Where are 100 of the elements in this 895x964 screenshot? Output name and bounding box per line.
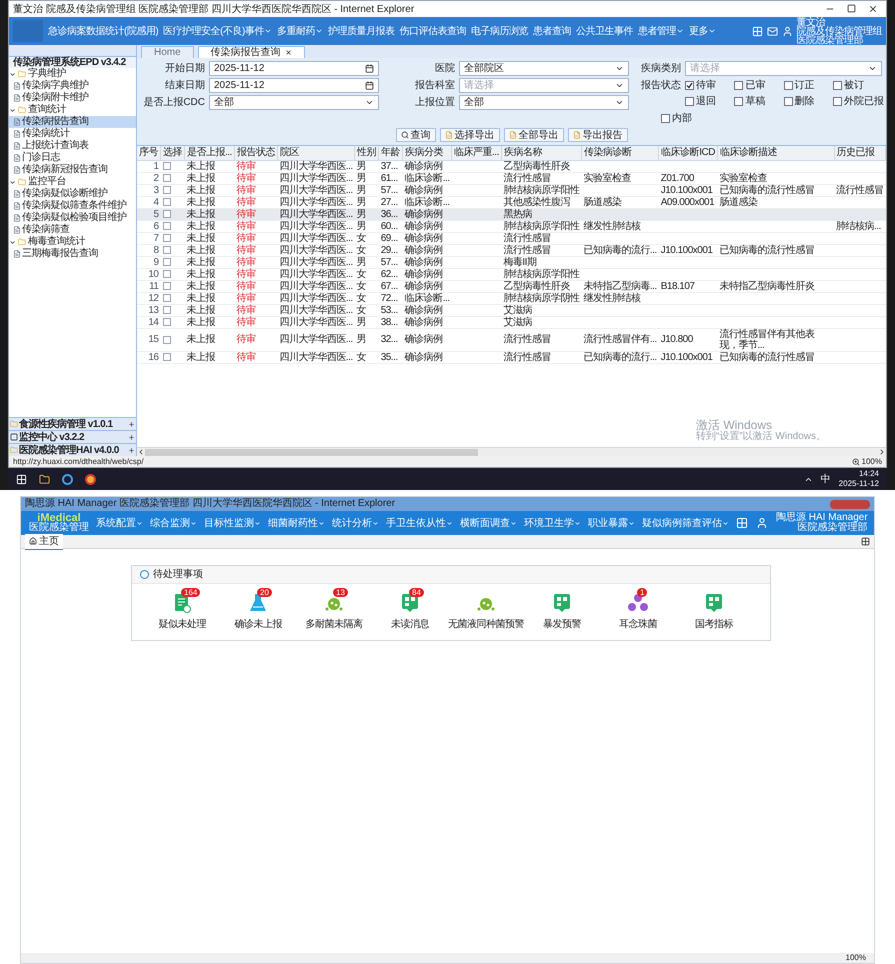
nav-menu-item[interactable]: 系统配置	[96, 516, 143, 530]
tree-item[interactable]: 传染病新冠报告查询	[9, 164, 136, 176]
column-header[interactable]: 序号	[137, 146, 160, 160]
checkbox[interactable]	[661, 114, 670, 123]
column-header[interactable]: 疾病分类	[402, 146, 452, 160]
module-header[interactable]: 监控中心 v3.2.2	[9, 430, 136, 443]
user-icon[interactable]	[782, 26, 792, 36]
nav-menu-item[interactable]: 更多	[688, 24, 716, 38]
apps-icon[interactable]	[752, 26, 762, 36]
nav-menu-item[interactable]: 环境卫生学	[524, 516, 581, 530]
tree-item[interactable]: 传染病字典维护	[9, 80, 136, 92]
row-checkbox[interactable]	[162, 318, 170, 326]
nav-menu-item[interactable]: 伤口评估表查询	[399, 24, 466, 38]
nav-menu-item[interactable]: 多重耐药	[276, 24, 323, 38]
todo-item[interactable]: 无菌液同种菌预警	[450, 592, 522, 632]
tree-item[interactable]: 三期梅毒报告查询	[9, 248, 136, 260]
zoom-level[interactable]: 100%	[846, 952, 866, 964]
todo-item[interactable]: 暴发预警	[526, 592, 598, 632]
table-row[interactable]: 16 未上报 待审 四川大学华西医... 女 35... 确诊病例 流行性感冒 已知病毒的流行... J10.100x001 已知病毒的流行性感冒	[137, 351, 886, 363]
checkbox[interactable]	[734, 97, 744, 106]
tree-folder[interactable]: 查询统计	[9, 104, 136, 116]
row-checkbox[interactable]	[162, 174, 170, 182]
nav-menu-item[interactable]: 统计分析	[332, 516, 379, 530]
nav-menu-item[interactable]: 急诊病案数据统计(院感用)	[48, 24, 158, 38]
column-header[interactable]: 临床严重...	[452, 146, 502, 160]
toolbar-button[interactable]: 选择导出	[440, 128, 500, 142]
tree-item[interactable]: 传染病疑似检验项目维护	[9, 212, 136, 224]
row-checkbox[interactable]	[162, 162, 170, 170]
table-row[interactable]: 9 未上报 待审 四川大学华西医... 男 57... 确诊病例 梅毒II期	[137, 256, 886, 268]
tab[interactable]: Home	[141, 46, 194, 58]
table-row[interactable]: 4 未上报 待审 四川大学华西医... 男 27... 临床诊断... 其他感染性腹泻 肠道感染 A09.000x001 肠道感染	[137, 196, 886, 208]
table-row[interactable]: 7 未上报 待审 四川大学华西医... 女 69... 确诊病例 流行性感冒	[137, 232, 886, 244]
menu-icon[interactable]	[861, 537, 870, 546]
select-field[interactable]: 全部	[459, 95, 629, 110]
row-checkbox[interactable]	[162, 306, 170, 314]
column-header[interactable]: 临床诊断ICD	[658, 146, 718, 160]
close-icon[interactable]	[284, 49, 292, 56]
nav-menu-item[interactable]: 横断面调查	[460, 516, 517, 530]
column-header[interactable]: 选择	[160, 146, 184, 160]
toolbar-button[interactable]: 全部导出	[504, 128, 564, 142]
column-header[interactable]: 传染病诊断	[581, 146, 659, 160]
browser-icon[interactable]	[85, 474, 96, 484]
browser-icon[interactable]	[62, 474, 73, 484]
column-header[interactable]: 是否上报...	[184, 146, 234, 160]
row-checkbox[interactable]	[162, 258, 170, 266]
row-checkbox[interactable]	[162, 198, 170, 206]
column-header[interactable]: 院区	[277, 146, 355, 160]
module-header[interactable]: 食源性疾病管理 v1.0.1	[9, 417, 136, 430]
row-checkbox[interactable]	[162, 282, 170, 290]
table-row[interactable]: 6 未上报 待审 四川大学华西医... 男 60... 确诊病例 肺结核病原学阳性 继发性肺结核 肺结核病...	[137, 220, 886, 232]
checkbox[interactable]	[784, 97, 792, 106]
table-row[interactable]: 12 未上报 待审 四川大学华西医... 女 72... 临床诊断... 肺结核病原学阴性 继发性肺结核	[137, 292, 886, 304]
checkbox[interactable]	[734, 81, 744, 90]
tree-item[interactable]: 传染病统计	[9, 128, 136, 140]
column-header[interactable]: 性别	[354, 146, 379, 160]
checkbox[interactable]	[685, 81, 694, 90]
table-row[interactable]: 2 未上报 待审 四川大学华西医... 男 61... 临床诊断... 流行性感冒 实验室检查 Z01.700 实验室检查	[137, 172, 886, 184]
folder-icon[interactable]	[39, 474, 50, 484]
row-checkbox[interactable]	[162, 294, 170, 302]
mail-icon[interactable]	[766, 26, 778, 36]
checkbox[interactable]	[784, 81, 792, 90]
tree-folder[interactable]: 字典维护	[9, 68, 136, 80]
scroll-left-icon[interactable]	[137, 448, 145, 456]
todo-item[interactable]: 国考指标	[678, 592, 750, 632]
tab[interactable]: 主页	[25, 534, 63, 550]
toolbar-button[interactable]: 导出报告	[568, 128, 628, 142]
table-row[interactable]: 1 未上报 待审 四川大学华西医... 男 37... 确诊病例 乙型病毒性肝炎	[137, 160, 886, 172]
nav-menu-item[interactable]: 公共卫生事件	[576, 24, 633, 38]
row-checkbox[interactable]	[162, 353, 170, 361]
row-checkbox[interactable]	[162, 186, 170, 194]
nav-menu-item[interactable]: 细菌耐药性	[268, 516, 325, 530]
row-checkbox[interactable]	[162, 270, 170, 278]
tree-item[interactable]: 传染病疑似筛查条件维护	[9, 200, 136, 212]
column-header[interactable]: 临床诊断描述	[717, 146, 834, 160]
module-header[interactable]: 医院感染管理HAI v4.0.0	[9, 443, 136, 456]
nav-menu-item[interactable]: 目标性监测	[204, 516, 261, 530]
scroll-right-icon[interactable]	[878, 448, 886, 456]
nav-menu-item[interactable]: 综合监测	[150, 516, 197, 530]
nav-menu-item[interactable]: 患者管理	[638, 24, 684, 38]
nav-menu-item[interactable]: 医疗护理安全(不良)事件	[163, 24, 272, 38]
table-row[interactable]: 3 未上报 待审 四川大学华西医... 男 57... 确诊病例 肺结核病原学阳性 J10.100x001 已知病毒的流行性感冒 流行性感冒	[137, 184, 886, 196]
table-row[interactable]: 10 未上报 待审 四川大学华西医... 女 62... 确诊病例 肺结核病原学阳性	[137, 268, 886, 280]
row-checkbox[interactable]	[162, 336, 170, 344]
nav-menu-item[interactable]: 患者查询	[532, 24, 571, 38]
tree-item[interactable]: 上报统计查询表	[9, 140, 136, 152]
table-row[interactable]: 5 未上报 待审 四川大学华西医... 男 36... 确诊病例 黑热病	[137, 208, 886, 220]
toolbar-button[interactable]: 查询	[396, 128, 436, 142]
tree-folder[interactable]: 监控平台	[9, 176, 136, 188]
column-header[interactable]: 报告状态	[234, 146, 278, 160]
table-row[interactable]: 15 未上报 待审 四川大学华西医... 男 32... 确诊病例 流行性感冒 流行性感冒伴有... J10.800 流行性感冒伴有其他表现，季节...	[137, 328, 886, 351]
checkbox[interactable]	[832, 97, 842, 106]
table-row[interactable]: 11 未上报 待审 四川大学华西医... 女 67... 确诊病例 乙型病毒性肝炎 未特指乙型病毒... B18.107 未特指乙型病毒性肝炎	[137, 280, 886, 292]
tree-item[interactable]: 传染病疑似诊断维护	[9, 188, 136, 200]
start-icon[interactable]	[16, 474, 27, 484]
tree-item[interactable]: 门诊日志	[9, 152, 136, 164]
tree-item[interactable]: 传染病附卡维护	[9, 92, 136, 104]
row-checkbox[interactable]	[162, 210, 170, 218]
checkbox[interactable]	[685, 97, 694, 106]
tree-item[interactable]: 传染病报告查询	[9, 116, 136, 128]
date-field[interactable]: 2025-11-12	[209, 78, 379, 93]
